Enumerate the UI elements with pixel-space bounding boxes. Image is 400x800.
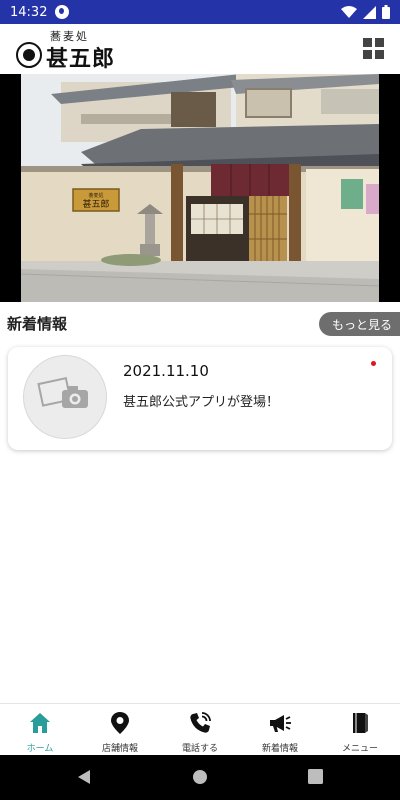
news-date: 2021.11.10 xyxy=(123,362,209,380)
status-bar: 14:32 xyxy=(0,0,400,24)
signal-icon xyxy=(363,5,376,19)
book-icon xyxy=(353,713,368,733)
photo-placeholder-icon xyxy=(37,377,88,408)
megaphone-icon xyxy=(270,715,291,732)
back-icon[interactable] xyxy=(76,769,92,785)
grid-icon xyxy=(363,38,372,47)
wifi-icon xyxy=(341,6,357,18)
logo-crest-icon xyxy=(16,42,42,68)
nav-store-info[interactable]: 店舗情報 xyxy=(80,704,160,756)
nav-home[interactable]: ホーム xyxy=(0,704,80,756)
nav-menu[interactable]: メニュー xyxy=(320,704,400,756)
system-navigation-bar xyxy=(0,755,400,800)
shop-logo: 蕎麦処 甚五郎 xyxy=(16,28,120,72)
battery-icon xyxy=(382,5,390,19)
logo-title: 甚五郎 xyxy=(46,46,116,72)
status-indicators xyxy=(341,5,390,19)
app-header: 蕎麦処 甚五郎 xyxy=(0,24,400,74)
nav-news-label: 新着情報 xyxy=(261,744,298,754)
nav-news[interactable]: 新着情報 xyxy=(240,704,320,756)
nav-home-label: ホーム xyxy=(26,744,54,754)
nav-menu-label: メニュー xyxy=(341,744,378,754)
bottom-navigation: ホーム 店舗情報 電話する 新着情報 メニュー xyxy=(0,703,400,755)
storefront-sign-main: 甚五郎 xyxy=(82,198,109,210)
news-section-heading: 新着情報 xyxy=(7,315,68,333)
news-thumbnail xyxy=(23,355,107,439)
nav-call-label: 電話する xyxy=(181,744,218,754)
phone-icon xyxy=(190,712,211,733)
news-title: 甚五郎公式アプリが登場！ xyxy=(123,395,280,410)
storefront-photo: 蕎麦処 甚五郎 xyxy=(21,74,379,302)
home-circle-icon[interactable] xyxy=(192,769,208,785)
status-time: 14:32 xyxy=(10,4,48,20)
home-icon xyxy=(30,713,50,733)
nav-store-info-label: 店舗情報 xyxy=(101,744,138,754)
hero-banner: 蕎麦処 甚五郎 xyxy=(0,74,400,302)
storefront-sign-small: 蕎麦処 xyxy=(88,192,103,199)
grid-menu-button[interactable] xyxy=(363,38,385,60)
unread-indicator xyxy=(371,361,376,366)
recents-icon[interactable] xyxy=(308,769,323,784)
more-news-button[interactable]: もっと見る xyxy=(319,312,400,336)
map-pin-icon xyxy=(111,712,129,734)
nav-call[interactable]: 電話する xyxy=(160,704,240,756)
news-card[interactable]: 2021.11.10 甚五郎公式アプリが登場！ xyxy=(8,347,392,450)
notification-app-icon xyxy=(55,5,70,19)
